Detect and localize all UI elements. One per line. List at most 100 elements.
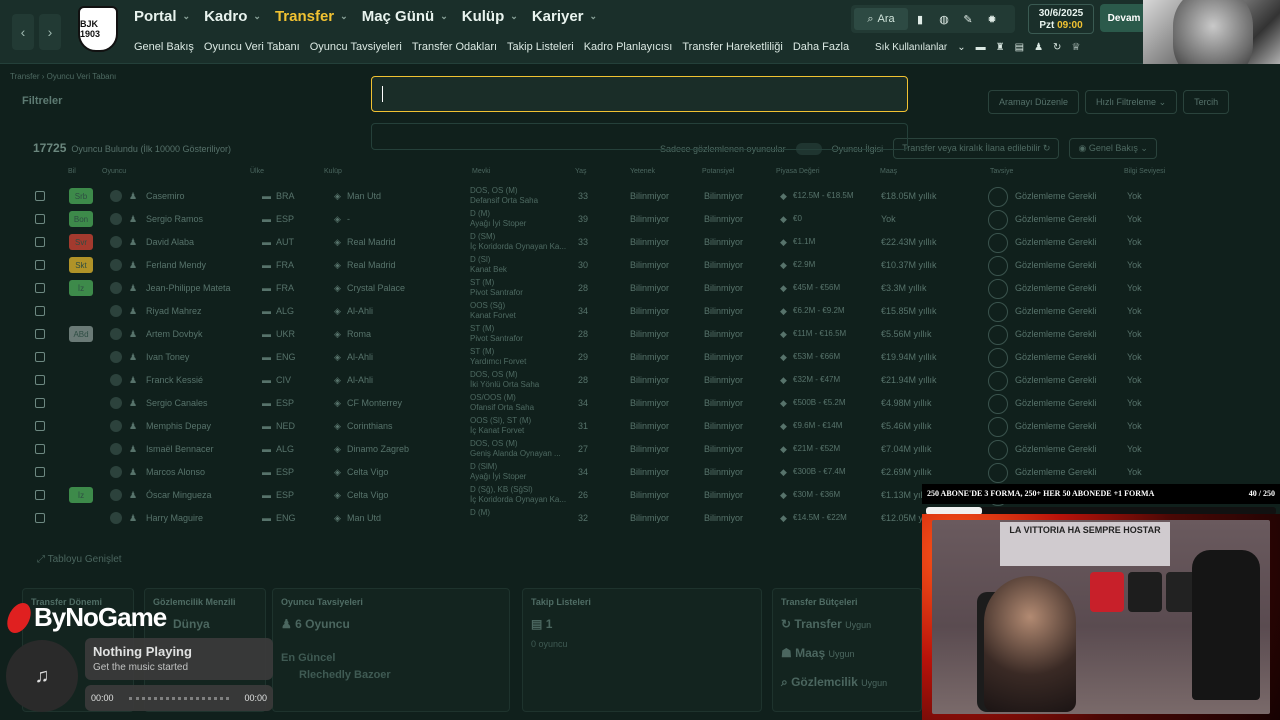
player-name[interactable]: David Alaba <box>146 237 194 247</box>
table-row[interactable]: İz ♟ Jean-Philippe Mateta ▬ FRA ◈ Crystal Pala… <box>0 277 1250 300</box>
clipboard-icon[interactable]: ▤ <box>1015 42 1024 53</box>
table-row[interactable]: ♟ Franck Kessié ▬ CIV ◈ Al-Ahli DOS, OS (M) İki… <box>0 369 1250 392</box>
club-name[interactable]: Crystal Palace <box>347 283 405 293</box>
gear-icon[interactable]: ✹ <box>980 13 1004 26</box>
subnav-oyuncu-veri-tabani[interactable]: Oyuncu Veri Tabanı <box>204 41 300 53</box>
club-name[interactable]: Roma <box>347 329 371 339</box>
breadcrumb[interactable]: Transfer › Oyuncu Veri Tabanı <box>10 72 116 81</box>
player-name[interactable]: Ivan Toney <box>146 352 189 362</box>
search-input[interactable] <box>372 77 907 111</box>
column-header[interactable]: Piyasa Değeri <box>776 168 820 175</box>
row-checkbox[interactable] <box>35 421 45 431</box>
row-checkbox[interactable] <box>35 214 45 224</box>
column-header[interactable]: Oyuncu <box>102 168 126 175</box>
player-name[interactable]: Memphis Depay <box>146 421 211 431</box>
retry-button[interactable]: Tercih <box>1183 90 1230 114</box>
column-header[interactable]: Maaş <box>880 168 897 175</box>
table-row[interactable]: ♟ Ivan Toney ▬ ENG ◈ Al-Ahli ST (M) Yardımcı Fo… <box>0 346 1250 369</box>
trophy-icon[interactable]: ♕ <box>1071 42 1080 53</box>
subnav-transfer-odaklari[interactable]: Transfer Odakları <box>412 41 497 53</box>
player-name[interactable]: Ismaël Bennacer <box>146 444 214 454</box>
transfer-status-select[interactable]: Transfer veya kiralık İlana edilebilir ↻ <box>893 138 1060 159</box>
chat-icon[interactable]: ▬ <box>976 42 986 53</box>
row-checkbox[interactable] <box>35 467 45 477</box>
table-row[interactable]: Srb ♟ Casemiro ▬ BRA ◈ Man Utd DOS, OS (M) Defan… <box>0 185 1250 208</box>
nav-transfer[interactable]: Transfer ⌄ <box>275 8 348 25</box>
player-name[interactable]: Sergio Ramos <box>146 214 203 224</box>
player-name[interactable]: Sergio Canales <box>146 398 208 408</box>
row-checkbox[interactable] <box>35 283 45 293</box>
edit-search-button[interactable]: Aramayı Düzenle <box>988 90 1080 114</box>
nav-mac-gunu[interactable]: Maç Günü ⌄ <box>362 8 448 25</box>
row-checkbox[interactable] <box>35 237 45 247</box>
club-name[interactable]: Al-Ahli <box>347 306 373 316</box>
filters-title[interactable]: Filtreler <box>22 95 62 107</box>
column-header[interactable]: Mevki <box>472 168 490 175</box>
column-header[interactable]: Yetenek <box>630 168 655 175</box>
favorites-label[interactable]: Sık Kullanılanlar <box>875 42 947 53</box>
club-name[interactable]: Corinthians <box>347 421 393 431</box>
club-name[interactable]: Man Utd <box>347 191 381 201</box>
subnav-transfer-hareketliligi[interactable]: Transfer Hareketliliği <box>682 41 782 53</box>
club-name[interactable]: Real Madrid <box>347 260 396 270</box>
row-checkbox[interactable] <box>35 260 45 270</box>
bookmark-icon[interactable]: ▮ <box>908 13 932 26</box>
club-name[interactable]: Man Utd <box>347 513 381 523</box>
club-name[interactable]: Al-Ahli <box>347 352 373 362</box>
back-icon[interactable]: ‹ <box>12 14 34 50</box>
row-checkbox[interactable] <box>35 329 45 339</box>
column-header[interactable]: Ülke <box>250 168 264 175</box>
row-checkbox[interactable] <box>35 513 45 523</box>
row-checkbox[interactable] <box>35 352 45 362</box>
quick-filter-button[interactable]: Hızlı Filtreleme ⌄ <box>1085 90 1178 114</box>
table-row[interactable]: ♟ Ismaël Bennacer ▬ ALG ◈ Dinamo Zagreb DOS, O… <box>0 438 1250 461</box>
shirt-icon[interactable]: ♜ <box>996 42 1005 53</box>
player-name[interactable]: Harry Maguire <box>146 513 203 523</box>
people-icon[interactable]: ♟ <box>1034 42 1043 53</box>
table-row[interactable]: ♟ Memphis Depay ▬ NED ◈ Corinthians OOS (Sl), … <box>0 415 1250 438</box>
subnav-genel-bakis[interactable]: Genel Bakış <box>134 41 194 53</box>
continue-button[interactable]: Devam <box>1100 4 1148 32</box>
forward-icon[interactable]: › <box>39 14 61 50</box>
card-recommendations[interactable]: Oyuncu Tavsiyeleri ♟ 6 Oyuncu En Güncel … <box>272 588 510 712</box>
player-name[interactable]: Marcos Alonso <box>146 467 205 477</box>
row-checkbox[interactable] <box>35 375 45 385</box>
player-name[interactable]: Franck Kessié <box>146 375 203 385</box>
search-button[interactable]: ⌕ Ara <box>854 8 908 30</box>
nav-portal[interactable]: Portal ⌄ <box>134 8 190 25</box>
table-row[interactable]: Bon ♟ Sergio Ramos ▬ ESP ◈ - D (M) Ayağı İyi Sto… <box>0 208 1250 231</box>
column-header[interactable]: Kulüp <box>324 168 342 175</box>
row-checkbox[interactable] <box>35 490 45 500</box>
player-name[interactable]: Artem Dovbyk <box>146 329 203 339</box>
player-name[interactable]: Ferland Mendy <box>146 260 206 270</box>
expand-table-button[interactable]: ⤢ Tabloyu Genişlet <box>37 554 122 565</box>
table-row[interactable]: ♟ Riyad Mahrez ▬ ALG ◈ Al-Ahli OOS (Sğ) Kanat F… <box>0 300 1250 323</box>
refresh-icon[interactable]: ↻ <box>1053 42 1061 53</box>
club-name[interactable]: Celta Vigo <box>347 467 388 477</box>
nav-kadro[interactable]: Kadro ⌄ <box>204 8 261 25</box>
card-watchlists[interactable]: Takip Listeleri ▤ 1 0 oyuncu <box>522 588 762 712</box>
club-name[interactable]: Al-Ahli <box>347 375 373 385</box>
row-checkbox[interactable] <box>35 398 45 408</box>
club-name[interactable]: Dinamo Zagreb <box>347 444 409 454</box>
subnav-daha-fazla[interactable]: Daha Fazla <box>793 41 849 53</box>
club-name[interactable]: Real Madrid <box>347 237 396 247</box>
subnav-kadro-planlayicisi[interactable]: Kadro Planlayıcısı <box>584 41 673 53</box>
table-row[interactable]: ♟ Sergio Canales ▬ ESP ◈ CF Monterrey OS/OOS (… <box>0 392 1250 415</box>
player-name[interactable]: Casemiro <box>146 191 185 201</box>
subnav-oyuncu-tavsiyeleri[interactable]: Oyuncu Tavsiyeleri <box>310 41 402 53</box>
club-name[interactable]: CF Monterrey <box>347 398 402 408</box>
player-name[interactable]: Riyad Mahrez <box>146 306 202 316</box>
card-budgets[interactable]: Transfer Bütçeleri ↻ Transfer Uygun ☗ Ma… <box>772 588 922 712</box>
player-name[interactable]: Jean-Philippe Mateta <box>146 283 231 293</box>
table-row[interactable]: Svr ♟ David Alaba ▬ AUT ◈ Real Madrid D (SM) İç … <box>0 231 1250 254</box>
subnav-takip-listeleri[interactable]: Takip Listeleri <box>507 41 574 53</box>
nav-kariyer[interactable]: Kariyer ⌄ <box>532 8 597 25</box>
column-header[interactable]: Potansiyel <box>702 168 734 175</box>
nav-kulup[interactable]: Kulüp ⌄ <box>462 8 518 25</box>
player-name[interactable]: Óscar Mingueza <box>146 490 212 500</box>
view-select[interactable]: ◉ Genel Bakış ⌄ <box>1069 138 1157 159</box>
row-checkbox[interactable] <box>35 191 45 201</box>
column-header[interactable]: Tavsiye <box>990 168 1013 175</box>
column-header[interactable]: Bilgi Seviyesi <box>1124 168 1165 175</box>
